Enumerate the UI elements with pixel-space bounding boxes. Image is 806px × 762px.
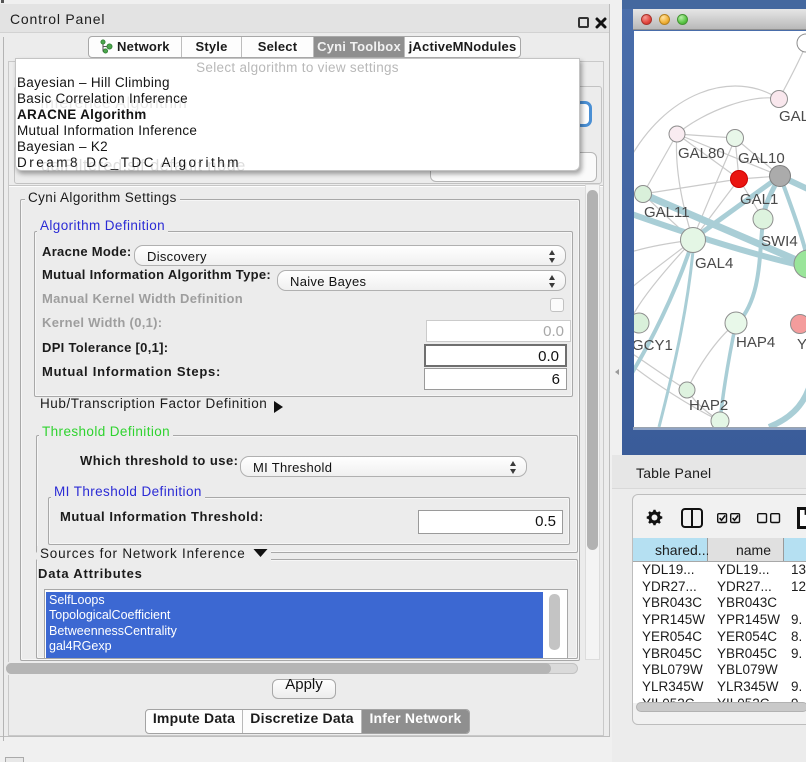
svg-text:GAL10: GAL10 (738, 150, 785, 167)
svg-text:Y: Y (797, 336, 806, 353)
svg-text:HAP4: HAP4 (736, 334, 775, 351)
svg-text:HAP2: HAP2 (689, 397, 728, 414)
svg-text:GAL1: GAL1 (740, 191, 778, 208)
svg-text:GAL11: GAL11 (644, 204, 690, 221)
svg-text:GAL4: GAL4 (695, 255, 733, 272)
svg-text:GCY1: GCY1 (634, 337, 673, 354)
svg-text:SWI4: SWI4 (761, 233, 798, 250)
svg-text:GAL80: GAL80 (678, 145, 725, 162)
svg-text:GAL2: GAL2 (779, 108, 806, 125)
